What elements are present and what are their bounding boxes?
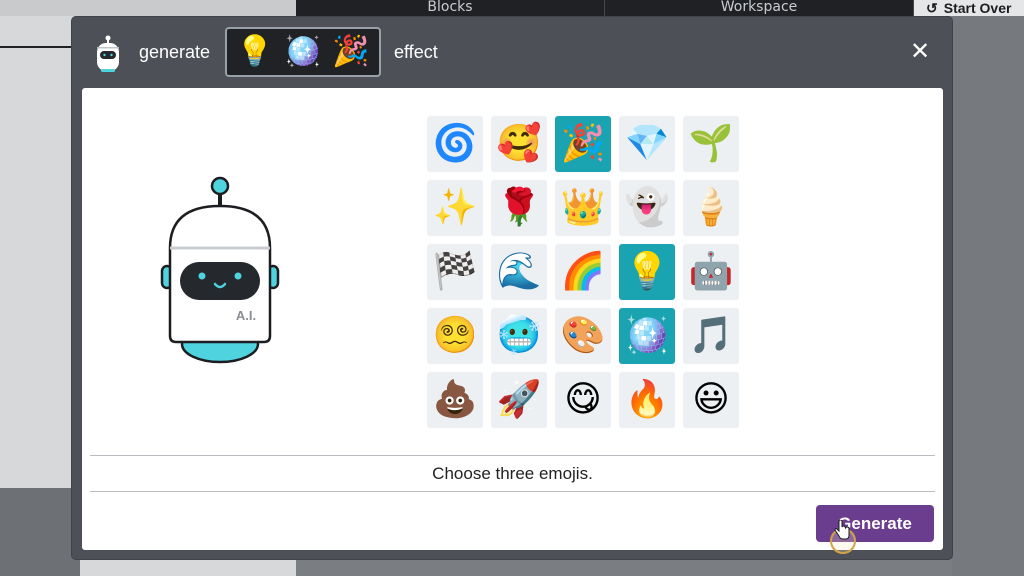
emoji-option[interactable]: ✨ (427, 180, 483, 236)
emoji-option[interactable]: 🥶 (491, 308, 547, 364)
tab-workspace[interactable]: Workspace (605, 0, 914, 16)
selected-emoji-2[interactable]: 🪩 (284, 37, 321, 67)
emoji-effect-modal: generate 💡 🪩 🎉 effect ✕ A.I. 🌀 🥰 🎉 💎 🌱 ✨ 🌹 👑 👻 🍦 🏁… (72, 17, 952, 559)
emoji-option[interactable]: 😋 (555, 372, 611, 428)
robot-ai-label: A.I. (236, 308, 256, 323)
header-effect-text: effect (394, 42, 438, 62)
emoji-option[interactable]: 🌈 (555, 244, 611, 300)
emoji-option[interactable]: 🌀 (427, 116, 483, 172)
modal-header: generate 💡 🪩 🎉 effect ✕ (72, 17, 952, 87)
tab-blocks[interactable]: Blocks (296, 0, 605, 16)
divider-top (90, 455, 935, 456)
emoji-option[interactable]: 👑 (555, 180, 611, 236)
emoji-option[interactable]: 🍦 (683, 180, 739, 236)
close-icon[interactable]: ✕ (908, 39, 932, 63)
emoji-option[interactable]: 💎 (619, 116, 675, 172)
emoji-option[interactable]: 🎉 (555, 116, 611, 172)
start-over-label: Start Over (943, 0, 1012, 16)
emoji-option[interactable]: 😵‍💫 (427, 308, 483, 364)
emoji-grid: 🌀 🥰 🎉 💎 🌱 ✨ 🌹 👑 👻 🍦 🏁 🌊 🌈 💡 🤖 😵‍💫 🥶 🎨 🪩 🎵 💩 🚀 😋 🔥 😃 (427, 116, 739, 428)
modal-body: A.I. 🌀 🥰 🎉 💎 🌱 ✨ 🌹 👑 👻 🍦 🏁 🌊 🌈 💡 🤖 😵‍💫 🥶 🎨 🪩 🎵 💩 🚀 😋 🔥 😃 Choose … (82, 88, 943, 554)
emoji-option[interactable]: 🌊 (491, 244, 547, 300)
start-over-button[interactable]: ↺ Start Over (914, 0, 1024, 16)
selected-emoji-3[interactable]: 🎉 (332, 37, 369, 67)
background-left-divider (0, 46, 80, 48)
selected-emojis-box: 💡 🪩 🎉 (225, 27, 381, 77)
emoji-option[interactable]: 😃 (683, 372, 739, 428)
emoji-option[interactable]: 🤖 (683, 244, 739, 300)
emoji-option[interactable]: 🚀 (491, 372, 547, 428)
divider-bottom (90, 491, 935, 492)
robot-icon (97, 35, 119, 72)
hand-cursor-icon (834, 520, 850, 540)
header-generate-text: generate (139, 42, 211, 62)
emoji-option[interactable]: 🎨 (555, 308, 611, 364)
emoji-option[interactable]: 🥰 (491, 116, 547, 172)
emoji-option[interactable]: 🪩 (619, 308, 675, 364)
emoji-option[interactable]: 🎵 (683, 308, 739, 364)
ai-robot-illustration: A.I. (160, 176, 280, 364)
selected-emoji-1[interactable]: 💡 (236, 37, 273, 67)
background-left-lower (0, 488, 80, 576)
background-tab-bar: Blocks Workspace (296, 0, 914, 16)
background-left-header (0, 0, 296, 16)
prompt-text: Choose three emojis. (432, 464, 593, 483)
background-right-panel (952, 16, 1024, 576)
emoji-option[interactable]: 🔥 (619, 372, 675, 428)
emoji-option[interactable]: 🏁 (427, 244, 483, 300)
emoji-option[interactable]: 👻 (619, 180, 675, 236)
emoji-option[interactable]: 🌱 (683, 116, 739, 172)
undo-icon: ↺ (926, 0, 938, 16)
emoji-option[interactable]: 🌹 (491, 180, 547, 236)
emoji-option[interactable]: 💩 (427, 372, 483, 428)
emoji-option[interactable]: 💡 (619, 244, 675, 300)
